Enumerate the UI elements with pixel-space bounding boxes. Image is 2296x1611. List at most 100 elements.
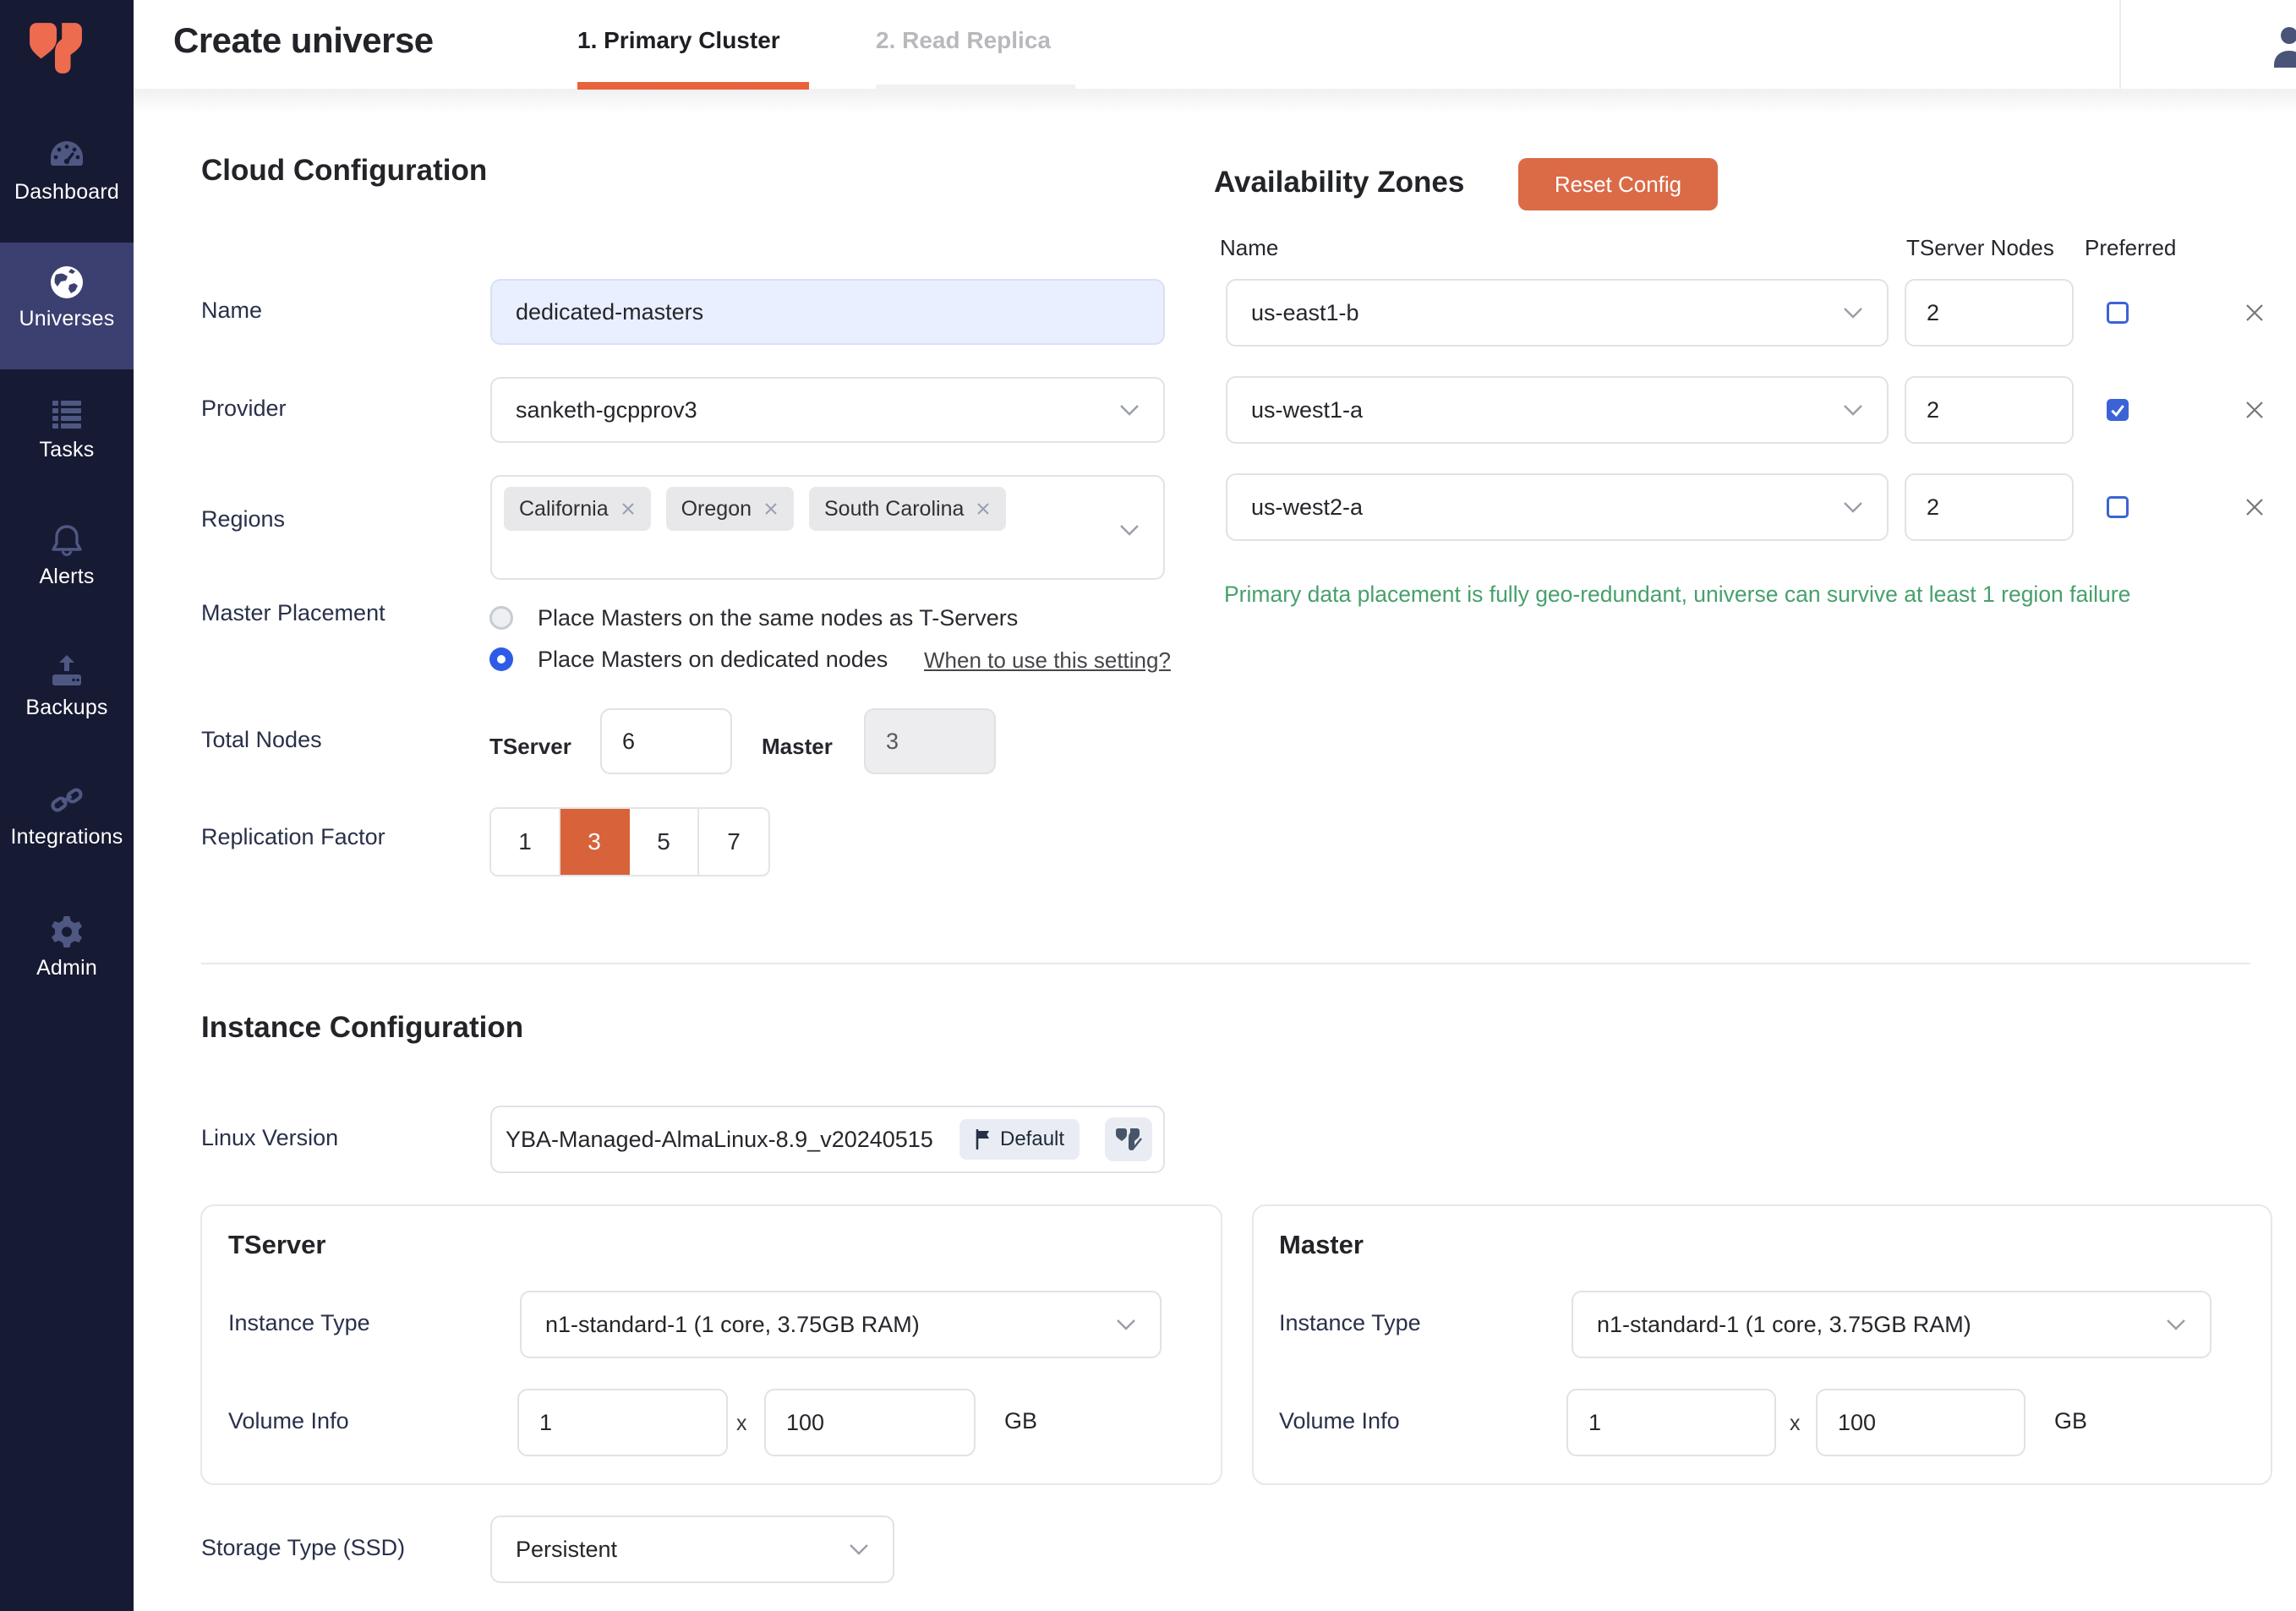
- universe-name-input[interactable]: dedicated-masters: [490, 279, 1165, 345]
- sidebar: Dashboard Universes Tasks Alerts: [0, 0, 134, 1611]
- master-volume-count-value: 1: [1588, 1410, 1601, 1436]
- master-volume-size-value: 100: [1838, 1410, 1876, 1436]
- reset-config-button[interactable]: Reset Config: [1518, 158, 1718, 210]
- storage-type-value: Persistent: [516, 1537, 617, 1563]
- region-chip-label: Oregon: [681, 497, 752, 522]
- gear-icon: [47, 912, 86, 951]
- master-nodes-label: Master: [762, 734, 833, 760]
- region-chip: Oregon: [666, 487, 794, 531]
- az-nodes-input[interactable]: 2: [1905, 473, 2074, 541]
- yb-check-icon: [1115, 1128, 1142, 1151]
- chevron-down-icon: [1119, 404, 1140, 416]
- sidebar-item-label: Backups: [0, 696, 134, 720]
- region-chip: California: [504, 487, 651, 531]
- default-badge-label: Default: [1000, 1128, 1064, 1151]
- az-nodes-value: 2: [1927, 300, 1939, 326]
- master-instance-type-select[interactable]: n1-standard-1 (1 core, 3.75GB RAM): [1572, 1291, 2211, 1358]
- bell-icon: [47, 521, 86, 560]
- sidebar-item-label: Alerts: [0, 565, 134, 589]
- az-nodes-input[interactable]: 2: [1905, 279, 2074, 347]
- tserver-volume-size-value: 100: [786, 1410, 824, 1436]
- rf-option-5[interactable]: 5: [630, 809, 699, 875]
- tab-label: 1. Primary Cluster: [577, 27, 780, 54]
- az-zone-value: us-west2-a: [1251, 494, 1363, 521]
- replication-factor-label: Replication Factor: [201, 824, 385, 850]
- tserver-nodes-label: TServer: [489, 734, 571, 760]
- tserver-instance-type-label: Instance Type: [228, 1310, 370, 1336]
- az-zone-value: us-east1-b: [1251, 300, 1359, 326]
- tab-primary-cluster[interactable]: 1. Primary Cluster: [577, 0, 809, 89]
- rf-option-3[interactable]: 3: [560, 809, 630, 875]
- header: Create universe 1. Primary Cluster 2. Re…: [134, 0, 2296, 89]
- sidebar-item-admin[interactable]: Admin: [0, 892, 134, 1018]
- remove-region-icon[interactable]: [976, 501, 991, 516]
- flag-icon: [975, 1129, 992, 1150]
- tserver-instance-type-value: n1-standard-1 (1 core, 3.75GB RAM): [545, 1312, 920, 1338]
- tserver-instance-type-select[interactable]: n1-standard-1 (1 core, 3.75GB RAM): [520, 1291, 1162, 1358]
- az-nodes-value: 2: [1927, 397, 1939, 423]
- az-zone-select[interactable]: us-west1-a: [1226, 376, 1889, 444]
- sidebar-item-label: Universes: [0, 307, 134, 331]
- sidebar-item-alerts[interactable]: Alerts: [0, 500, 134, 627]
- check-icon: [2109, 401, 2126, 418]
- yb-version-check-button[interactable]: [1105, 1117, 1152, 1161]
- master-total-nodes-input: 3: [864, 708, 996, 774]
- tab-read-replica[interactable]: 2. Read Replica: [876, 0, 1075, 89]
- sidebar-item-tasks[interactable]: Tasks: [0, 374, 134, 500]
- master-volume-size-input[interactable]: 100: [1816, 1389, 2025, 1456]
- remove-zone-button[interactable]: [2242, 300, 2267, 325]
- az-nodes-input[interactable]: 2: [1905, 376, 2074, 444]
- availability-zones-heading: Availability Zones: [1214, 166, 1464, 199]
- az-zone-select[interactable]: us-east1-b: [1226, 279, 1889, 347]
- preferred-checkbox[interactable]: [2107, 302, 2129, 324]
- yugabyte-logo-icon: [28, 22, 84, 74]
- radio-same-nodes[interactable]: [489, 606, 513, 630]
- when-to-use-link[interactable]: When to use this setting?: [924, 647, 1171, 674]
- preferred-checkbox[interactable]: [2107, 496, 2129, 518]
- master-total-nodes-value: 3: [886, 729, 899, 755]
- remove-zone-button[interactable]: [2242, 494, 2267, 520]
- remove-zone-button[interactable]: [2242, 397, 2267, 423]
- user-profile-icon[interactable]: [2264, 21, 2296, 72]
- preferred-checkbox[interactable]: [2107, 399, 2129, 421]
- regions-label: Regions: [201, 506, 285, 532]
- linux-version-value: YBA-Managed-AlmaLinux-8.9_v20240515: [506, 1127, 933, 1153]
- tab-label: 2. Read Replica: [876, 27, 1051, 54]
- integrations-plug-icon: [47, 781, 86, 820]
- sidebar-item-integrations[interactable]: Integrations: [0, 761, 134, 887]
- tserver-volume-count-input[interactable]: 1: [517, 1389, 728, 1456]
- sidebar-item-dashboard[interactable]: Dashboard: [0, 116, 134, 243]
- radio-dedicated-nodes[interactable]: [489, 647, 513, 671]
- storage-type-select[interactable]: Persistent: [490, 1515, 894, 1583]
- chevron-down-icon: [1119, 524, 1140, 536]
- backup-upload-icon: [47, 652, 86, 691]
- sidebar-item-universes[interactable]: Universes: [0, 243, 134, 369]
- master-volume-info-label: Volume Info: [1279, 1408, 1400, 1434]
- master-instance-type-label: Instance Type: [1279, 1310, 1421, 1336]
- az-zone-select[interactable]: us-west2-a: [1226, 473, 1889, 541]
- region-chip: South Carolina: [809, 487, 1006, 531]
- tserver-volume-size-input[interactable]: 100: [764, 1389, 976, 1456]
- volume-unit: GB: [1004, 1408, 1037, 1434]
- active-tab-underline: [577, 82, 809, 90]
- page-title: Create universe: [173, 20, 434, 61]
- remove-region-icon[interactable]: [620, 501, 636, 516]
- master-volume-count-input[interactable]: 1: [1566, 1389, 1776, 1456]
- radio-same-nodes-label: Place Masters on the same nodes as T-Ser…: [538, 605, 1018, 631]
- rf-option-7[interactable]: 7: [699, 809, 768, 875]
- chevron-down-icon: [1843, 307, 1863, 319]
- header-shadow: [134, 89, 2296, 114]
- sidebar-item-label: Admin: [0, 956, 134, 980]
- az-col-name: Name: [1220, 235, 1278, 261]
- sidebar-item-backups[interactable]: Backups: [0, 631, 134, 758]
- rf-option-1[interactable]: 1: [491, 809, 560, 875]
- remove-region-icon[interactable]: [763, 501, 779, 516]
- volume-unit: GB: [2054, 1408, 2087, 1434]
- radio-dedicated-nodes-label: Place Masters on dedicated nodes: [538, 647, 888, 673]
- close-icon: [2244, 302, 2266, 324]
- tserver-volume-count-value: 1: [539, 1410, 552, 1436]
- chevron-down-icon: [849, 1543, 869, 1555]
- tserver-total-nodes-input[interactable]: 6: [600, 708, 732, 774]
- provider-select[interactable]: sanketh-gcpprov3: [490, 377, 1165, 443]
- regions-multiselect[interactable]: California Oregon South Carolina: [490, 475, 1165, 580]
